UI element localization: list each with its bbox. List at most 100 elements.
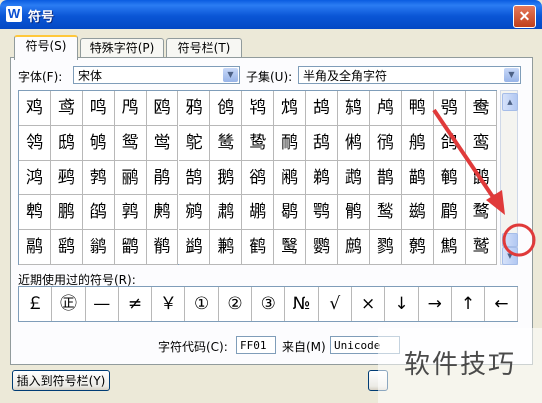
symbol-cell[interactable]: 鸴 (146, 125, 179, 161)
symbol-cell[interactable]: 鸻 (369, 125, 402, 161)
symbol-cell[interactable]: 鸡 (19, 91, 51, 126)
recent-symbol-cell[interactable]: ↓ (385, 287, 419, 321)
symbol-cell[interactable]: 鹎 (19, 195, 51, 231)
symbol-cell[interactable]: 鸩 (274, 91, 307, 126)
symbol-cell[interactable]: 鹡 (146, 230, 179, 265)
symbol-cell[interactable]: 鸯 (465, 91, 498, 126)
symbol-cell[interactable]: 鹉 (338, 160, 370, 196)
recent-symbol-cell[interactable]: ② (219, 287, 253, 321)
symbol-cell[interactable]: 鹩 (401, 230, 434, 265)
tab-special-chars[interactable]: 特殊字符(P) (80, 38, 164, 58)
symbol-cell[interactable]: 鸫 (338, 91, 370, 126)
symbol-cell[interactable]: 鹑 (114, 195, 147, 231)
symbol-cell[interactable]: 鸪 (306, 91, 338, 126)
symbol-cell[interactable]: 鹌 (433, 160, 466, 196)
symbol-cell[interactable]: 鸺 (338, 125, 370, 161)
symbol-cell[interactable]: 鸬 (369, 91, 402, 126)
recent-symbol-cell[interactable]: ￥ (152, 287, 186, 321)
symbol-cell[interactable]: 鸽 (433, 125, 466, 161)
symbol-cell[interactable]: 鹨 (369, 230, 402, 265)
symbol-cell[interactable]: 鸱 (50, 125, 83, 161)
symbol-cell[interactable]: 鹆 (242, 160, 275, 196)
symbol-cell[interactable]: 鸨 (242, 91, 275, 126)
recent-symbol-cell[interactable]: ① (186, 287, 219, 321)
symbol-cell[interactable]: 鸸 (274, 125, 307, 161)
symbol-cell[interactable]: 鹫 (465, 230, 498, 265)
symbol-cell[interactable]: 鹪 (433, 230, 466, 265)
symbol-cell[interactable]: 鹚 (401, 195, 434, 231)
subset-select[interactable]: 半角及全角字符 ▼ (298, 66, 521, 84)
recent-symbol-cell[interactable]: ③ (252, 287, 286, 321)
recent-symbol-cell[interactable]: ≠ (119, 287, 153, 321)
symbol-cell[interactable]: 鸷 (242, 125, 275, 161)
symbol-cell[interactable]: 鸥 (146, 91, 179, 126)
symbol-cell[interactable]: 鹍 (465, 160, 498, 196)
recent-symbol-cell[interactable]: × (352, 287, 386, 321)
recent-symbol-cell[interactable]: ↑ (452, 287, 486, 321)
symbol-cell[interactable]: 鹥 (274, 230, 307, 265)
recent-symbol-cell[interactable]: ￡ (19, 287, 53, 321)
symbol-cell[interactable]: 鸭 (401, 91, 434, 126)
recent-symbol-cell[interactable]: № (285, 287, 319, 321)
symbol-cell[interactable]: 鹊 (369, 160, 402, 196)
symbol-cell[interactable]: 鹐 (82, 195, 115, 231)
symbol-cell[interactable]: 鸵 (178, 125, 211, 161)
insert-to-symbol-bar-button[interactable]: 插入到符号栏(Y) (12, 370, 110, 391)
symbol-cell[interactable]: 鹓 (178, 195, 211, 231)
symbol-cell[interactable]: 鸢 (50, 91, 83, 126)
symbol-cell[interactable]: 鹄 (178, 160, 211, 196)
symbol-cell[interactable]: 鹛 (433, 195, 466, 231)
symbol-cell[interactable]: 鹟 (82, 230, 115, 265)
scroll-thumb[interactable] (502, 233, 518, 247)
symbol-cell[interactable]: 鸧 (210, 91, 243, 126)
symbol-cell[interactable]: 鸮 (433, 91, 466, 126)
symbol-cell[interactable]: 鹒 (146, 195, 179, 231)
symbol-cell[interactable]: 鹙 (369, 195, 402, 231)
close-button[interactable]: ✕ (513, 5, 536, 28)
symbol-cell[interactable]: 鹞 (50, 230, 83, 265)
font-select[interactable]: 宋体 ▼ (73, 66, 240, 84)
symbol-cell[interactable]: 鹀 (50, 160, 83, 196)
symbol-cell[interactable]: 鹝 (19, 230, 51, 265)
recent-symbol-cell[interactable]: ㊣ (52, 287, 86, 321)
symbol-cell[interactable]: 鹘 (338, 195, 370, 231)
recent-symbol-cell[interactable]: — (86, 287, 119, 321)
chevron-down-icon[interactable]: ▼ (504, 68, 519, 82)
symbol-cell[interactable]: 鸶 (210, 125, 243, 161)
symbol-cell[interactable]: 鸼 (401, 125, 434, 161)
symbol-cell[interactable]: 鸰 (19, 125, 51, 161)
symbol-cell[interactable]: 鸤 (114, 91, 147, 126)
symbol-cell[interactable]: 鹣 (210, 230, 243, 265)
symbol-cell[interactable]: 鹧 (338, 230, 370, 265)
symbol-cell[interactable]: 鹜 (465, 195, 498, 231)
symbol-cell[interactable]: 鹁 (82, 160, 115, 196)
symbol-cell[interactable]: 鸿 (19, 160, 51, 196)
char-code-field[interactable]: FF01 (236, 336, 276, 354)
symbol-cell[interactable]: 鹢 (178, 230, 211, 265)
recent-symbol-cell[interactable]: √ (319, 287, 352, 321)
tab-symbol[interactable]: 符号(S) (14, 35, 78, 60)
grid-scrollbar[interactable]: ▲ ▼ (500, 90, 518, 265)
symbol-cell[interactable]: 鸾 (465, 125, 498, 161)
symbol-cell[interactable]: 鸲 (82, 125, 115, 161)
symbol-cell[interactable]: 鸹 (306, 125, 338, 161)
symbol-cell[interactable]: 鹦 (306, 230, 338, 265)
symbol-cell[interactable]: 鹋 (401, 160, 434, 196)
symbol-cell[interactable]: 鹅 (210, 160, 243, 196)
symbol-cell[interactable]: 鹏 (50, 195, 83, 231)
symbol-cell[interactable]: 鹔 (210, 195, 243, 231)
recent-symbol-cell[interactable]: → (419, 287, 452, 321)
symbol-cell[interactable]: 鹠 (114, 230, 147, 265)
scroll-down-button[interactable]: ▼ (502, 247, 518, 265)
symbol-cell[interactable]: 鹕 (242, 195, 275, 231)
symbol-cell[interactable]: 鹈 (306, 160, 338, 196)
scroll-up-button[interactable]: ▲ (502, 93, 518, 111)
symbol-cell[interactable]: 鹗 (306, 195, 338, 231)
symbol-cell[interactable]: 鹖 (274, 195, 307, 231)
symbol-cell[interactable]: 鹇 (274, 160, 307, 196)
symbol-cell[interactable]: 鹃 (146, 160, 179, 196)
chevron-down-icon[interactable]: ▼ (223, 68, 238, 82)
symbol-cell[interactable]: 鸦 (178, 91, 211, 126)
symbol-cell[interactable]: 鹤 (242, 230, 275, 265)
symbol-cell[interactable]: 鹂 (114, 160, 147, 196)
